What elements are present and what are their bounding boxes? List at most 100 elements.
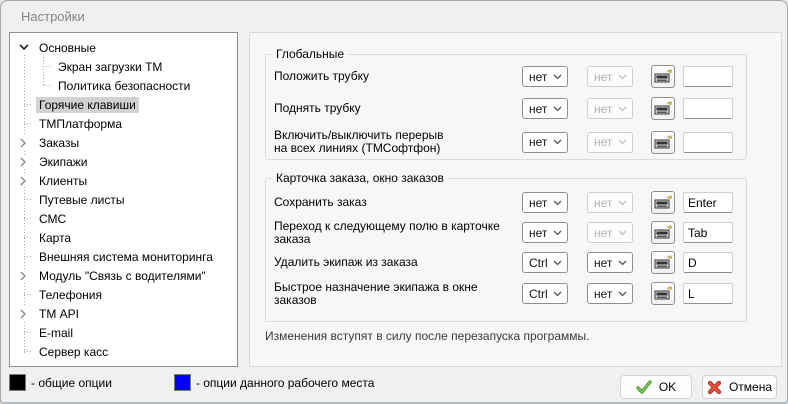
titlebar[interactable]: Настройки	[1, 1, 787, 31]
hotkey-row-save-order: Сохранить заказ нет нет	[274, 191, 733, 214]
tree-item-label: Клиенты	[39, 173, 88, 188]
tree-item-sms[interactable]: СМС	[10, 209, 237, 228]
modifier1-select[interactable]: нет	[522, 192, 568, 213]
tree-item-politika[interactable]: Политика безопасности	[10, 76, 237, 95]
hotkey-label: Сохранить заказ	[274, 195, 367, 209]
keyboard-icon	[654, 255, 672, 269]
tree-item-klienty[interactable]: Клиенты	[10, 171, 237, 190]
chevron-down-icon	[553, 106, 562, 111]
cancel-button[interactable]: Отмена	[702, 375, 777, 399]
tree-item-server-kass[interactable]: Сервер касс	[10, 342, 237, 361]
chevron-down-icon	[553, 74, 562, 79]
modifier1-select[interactable]: нет	[522, 131, 568, 153]
capture-key-button[interactable]	[651, 97, 675, 120]
chevron-down-icon	[618, 230, 627, 235]
hotkey-row-remove-crew: Удалить экипаж из заказа Ctrl нет	[274, 251, 733, 274]
tree-item-label: Телефония	[39, 287, 102, 302]
hotkey-value-input[interactable]	[683, 66, 733, 87]
chevron-down-icon	[553, 230, 562, 235]
hotkey-value-input[interactable]	[683, 192, 733, 213]
chevron-down-icon	[553, 260, 562, 265]
keyboard-icon	[654, 225, 672, 239]
modifier1-select[interactable]: нет	[522, 98, 568, 119]
hotkey-row-next-field: Переход к следующему полю в карточке зак…	[274, 219, 733, 245]
hotkey-value-input[interactable]	[683, 222, 733, 243]
modifier2-select: нет	[587, 66, 633, 87]
group-global: Глобальные Положить трубку нет нет Подня…	[265, 47, 747, 160]
chevron-right-icon[interactable]	[17, 155, 30, 168]
capture-key-button[interactable]	[651, 282, 675, 305]
chevron-right-icon[interactable]	[17, 269, 30, 282]
tree-item-label: Основные	[39, 40, 96, 55]
keyboard-icon	[654, 101, 672, 115]
tree-item-label: ТМПлатформа	[39, 116, 123, 131]
capture-key-button[interactable]	[651, 130, 675, 154]
chevron-down-icon	[618, 74, 627, 79]
settings-dialog: Настройки Основные Экран загрузки ТМ Пол…	[0, 0, 788, 404]
tree-item-modul-svyaz[interactable]: Модуль "Связь с водителями"	[10, 266, 237, 285]
tree-item-putevye-listy[interactable]: Путевые листы	[10, 190, 237, 209]
tree-item-telefoniya[interactable]: Телефония	[10, 285, 237, 304]
hotkey-label: Быстрое назначение экипажа в окне заказо…	[274, 279, 478, 307]
tree-item-label: Заказы	[39, 135, 80, 150]
tree-connector	[24, 104, 32, 105]
modifier2-select[interactable]: нет	[587, 283, 633, 304]
modifier1-select[interactable]: Ctrl	[522, 252, 568, 273]
tree-item-label: Горячие клавиши	[36, 96, 139, 113]
hotkey-row-quick-assign: Быстрое назначение экипажа в окне заказо…	[274, 279, 733, 307]
modifier1-select[interactable]: нет	[522, 222, 568, 243]
tree-item-label: E-mail	[39, 325, 74, 340]
settings-tree-panel: Основные Экран загрузки ТМ Политика безо…	[9, 32, 238, 367]
hotkeys-panel: Глобальные Положить трубку нет нет Подня…	[249, 32, 782, 367]
chevron-down-icon	[618, 139, 627, 145]
tree-item-karta[interactable]: Карта	[10, 228, 237, 247]
tree-item-label: СМС	[39, 211, 67, 226]
tree-connector	[24, 351, 32, 352]
tree-item-ekran-zagruzki[interactable]: Экран загрузки ТМ	[10, 57, 237, 76]
hotkey-label: Удалить экипаж из заказа	[274, 255, 418, 269]
hotkey-value-input[interactable]	[683, 98, 733, 119]
tree-item-goryachie-klavishi[interactable]: Горячие клавиши	[10, 95, 237, 114]
hotkey-row-pickup: Поднять трубку нет нет	[274, 97, 733, 120]
chevron-right-icon[interactable]	[17, 136, 30, 149]
cross-icon	[707, 380, 722, 394]
settings-tree: Основные Экран загрузки ТМ Политика безо…	[10, 33, 237, 361]
tree-item-tm-api[interactable]: ТМ API	[10, 304, 237, 323]
tree-children-osnovnye: Экран загрузки ТМ Политика безопасности	[10, 57, 237, 95]
tree-item-ekipazhi[interactable]: Экипажи	[10, 152, 237, 171]
modifier2-select: нет	[587, 131, 633, 153]
chevron-right-icon[interactable]	[17, 307, 30, 320]
tree-item-vneshnyaya-sistema[interactable]: Внешняя система мониторинга	[10, 247, 237, 266]
capture-key-button[interactable]	[651, 251, 675, 274]
hotkey-value-input[interactable]	[683, 283, 733, 304]
tree-connector	[24, 294, 32, 295]
tree-item-osnovnye[interactable]: Основные	[10, 38, 237, 57]
capture-key-button[interactable]	[651, 191, 675, 214]
capture-key-button[interactable]	[651, 65, 675, 88]
workstation-options-swatch	[173, 374, 191, 391]
ok-button[interactable]: OK	[620, 375, 692, 399]
tree-item-email[interactable]: E-mail	[10, 323, 237, 342]
tree-connector	[24, 123, 32, 124]
dialog-title: Настройки	[21, 9, 85, 24]
capture-key-button[interactable]	[651, 221, 675, 244]
keyboard-icon	[654, 286, 672, 300]
tree-item-label: Сервер касс	[39, 344, 109, 359]
tree-item-label: Экипажи	[39, 154, 88, 169]
chevron-down-icon[interactable]	[17, 41, 30, 54]
tree-item-label: Внешняя система мониторинга	[39, 249, 213, 264]
hotkey-value-input[interactable]	[683, 252, 733, 273]
modifier2-select[interactable]: нет	[587, 252, 633, 273]
hotkey-value-input[interactable]	[683, 131, 733, 153]
tree-item-tmplatforma[interactable]: ТМПлатформа	[10, 114, 237, 133]
chevron-right-icon[interactable]	[17, 174, 30, 187]
ok-label: OK	[658, 380, 677, 394]
hotkey-label: Включить/выключить перерыв на всех линиях…	[274, 128, 444, 155]
options-legend: - общие опции - опции данного рабочего м…	[9, 374, 374, 391]
check-icon	[636, 380, 652, 394]
tree-item-zakazy[interactable]: Заказы	[10, 133, 237, 152]
modifier1-select[interactable]: Ctrl	[522, 283, 568, 304]
tree-connector	[24, 199, 32, 200]
modifier1-select[interactable]: нет	[522, 66, 568, 87]
hotkey-row-break: Включить/выключить перерыв на всех линиях…	[274, 129, 733, 155]
